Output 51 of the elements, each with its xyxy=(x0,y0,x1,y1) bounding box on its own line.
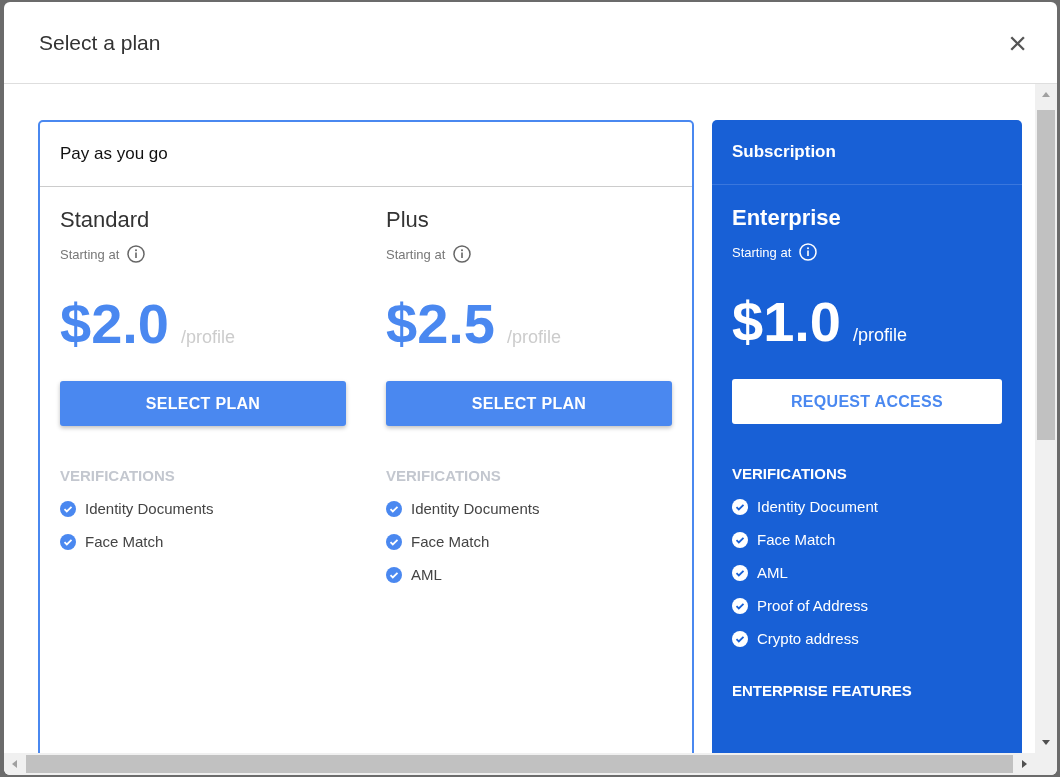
scroll-left-icon[interactable] xyxy=(10,759,20,769)
starting-label: Starting at xyxy=(386,246,446,262)
starting-label: Starting at xyxy=(60,246,120,262)
check-circle-icon xyxy=(732,531,748,548)
close-button[interactable]: × xyxy=(1004,26,1031,59)
plan-name: Standard xyxy=(60,207,151,233)
check-circle-icon xyxy=(386,533,402,550)
scroll-right-icon[interactable] xyxy=(1019,759,1029,769)
info-icon[interactable] xyxy=(127,245,146,263)
section-heading: VERIFICATIONS xyxy=(60,467,176,484)
feature-label: Crypto address xyxy=(757,630,859,647)
feature-label: Identity Document xyxy=(757,498,878,515)
check-circle-icon xyxy=(732,564,748,581)
price-unit: /profile xyxy=(853,325,908,346)
plan-action-button[interactable]: SELECT PLAN xyxy=(386,381,672,426)
dialog-title: Select a plan xyxy=(39,30,161,55)
check-circle-icon xyxy=(732,498,748,515)
plan-price: $2.5 xyxy=(386,291,495,356)
feature-label: AML xyxy=(757,564,788,581)
group-title: Subscription xyxy=(732,142,836,162)
section-heading: VERIFICATIONS xyxy=(732,465,848,482)
horizontal-scrollbar[interactable] xyxy=(4,753,1057,775)
feature-label: AML xyxy=(411,566,442,583)
check-circle-icon xyxy=(732,597,748,614)
scrollbar-thumb[interactable] xyxy=(1037,110,1055,440)
vertical-scrollbar[interactable] xyxy=(1035,84,1057,753)
check-circle-icon xyxy=(732,630,748,647)
starting-label: Starting at xyxy=(732,244,792,260)
feature-label: Proof of Address xyxy=(757,597,868,614)
feature-label: Face Match xyxy=(85,533,164,550)
section-heading: ENTERPRISE FEATURES xyxy=(732,682,913,699)
feature-label: Face Match xyxy=(757,531,836,548)
info-icon[interactable] xyxy=(453,245,472,263)
check-circle-icon xyxy=(386,566,402,583)
check-circle-icon xyxy=(60,500,76,517)
plan-name: Enterprise xyxy=(732,205,842,231)
feature-label: Identity Documents xyxy=(85,500,214,517)
scroll-down-icon[interactable] xyxy=(1041,737,1051,747)
scrollbar-thumb[interactable] xyxy=(26,755,1013,773)
plan-name: Plus xyxy=(386,207,430,233)
group-title: Pay as you go xyxy=(60,144,168,164)
plan-price: $1.0 xyxy=(732,289,841,354)
check-circle-icon xyxy=(386,500,402,517)
plan-action-button[interactable]: REQUEST ACCESS xyxy=(732,379,1002,424)
check-circle-icon xyxy=(60,533,76,550)
feature-label: Face Match xyxy=(411,533,490,550)
plan-price: $2.0 xyxy=(60,291,169,356)
plan-action-button[interactable]: SELECT PLAN xyxy=(60,381,346,426)
section-heading: VERIFICATIONS xyxy=(386,467,502,484)
feature-label: Identity Documents xyxy=(411,500,540,517)
scroll-up-icon[interactable] xyxy=(1041,90,1051,100)
